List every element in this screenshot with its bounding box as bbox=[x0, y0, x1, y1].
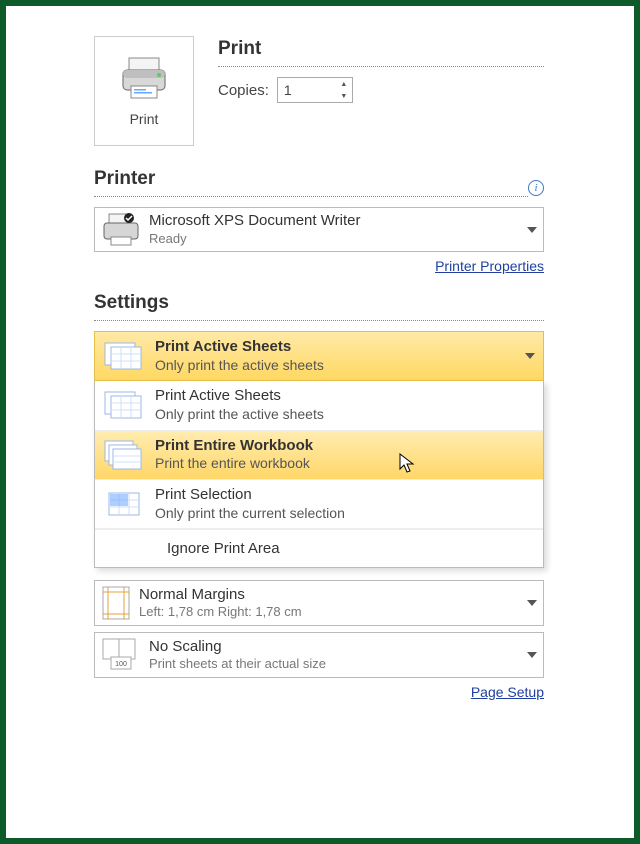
chevron-down-icon bbox=[527, 600, 537, 606]
copies-value: 1 bbox=[278, 82, 336, 98]
scaling-icon: 100 bbox=[101, 637, 141, 673]
margins-title: Normal Margins bbox=[139, 586, 519, 605]
option-print-entire-workbook[interactable]: Print Entire Workbook Print the entire w… bbox=[95, 431, 543, 480]
print-button-label: Print bbox=[130, 111, 159, 127]
settings-section: Settings Print Active Sheets Only print … bbox=[94, 292, 544, 700]
copies-row: Copies: 1 ▲ ▼ bbox=[218, 77, 544, 103]
chevron-down-icon bbox=[525, 353, 535, 359]
printer-status: Ready bbox=[149, 231, 519, 247]
printer-dropdown[interactable]: Microsoft XPS Document Writer Ready bbox=[94, 207, 544, 252]
selection-icon bbox=[103, 487, 145, 521]
sheets-icon bbox=[103, 339, 145, 373]
margins-desc: Left: 1,78 cm Right: 1,78 cm bbox=[139, 604, 519, 620]
option-desc: Only print the active sheets bbox=[155, 406, 535, 424]
option-desc: Print the entire workbook bbox=[155, 455, 535, 473]
printer-properties-link[interactable]: Printer Properties bbox=[94, 258, 544, 274]
margins-icon bbox=[101, 585, 131, 621]
option-print-selection[interactable]: Print Selection Only print the current s… bbox=[95, 480, 543, 529]
option-title: Print Entire Workbook bbox=[155, 437, 535, 456]
print-what-dropdown[interactable]: Print Active Sheets Only print the activ… bbox=[94, 331, 544, 381]
workbook-icon bbox=[103, 438, 145, 472]
print-what-selected-title: Print Active Sheets bbox=[155, 338, 515, 357]
svg-text:100: 100 bbox=[115, 661, 127, 668]
option-ignore-print-area[interactable]: Ignore Print Area bbox=[95, 529, 543, 567]
printer-icon bbox=[119, 56, 169, 105]
option-desc: Only print the current selection bbox=[155, 505, 535, 523]
printer-name: Microsoft XPS Document Writer bbox=[149, 212, 519, 231]
sheets-icon bbox=[103, 388, 145, 422]
print-backstage-panel: Print Print Copies: 1 ▲ ▼ Printer i bbox=[0, 0, 640, 844]
spinner-down-icon[interactable]: ▼ bbox=[336, 90, 352, 102]
copies-input[interactable]: 1 ▲ ▼ bbox=[277, 77, 353, 103]
copies-label: Copies: bbox=[218, 82, 269, 99]
print-title: Print bbox=[218, 38, 544, 67]
print-what-selected-desc: Only print the active sheets bbox=[155, 357, 515, 375]
scaling-desc: Print sheets at their actual size bbox=[149, 656, 519, 672]
settings-title: Settings bbox=[94, 292, 544, 321]
printer-device-icon bbox=[101, 213, 141, 247]
margins-dropdown[interactable]: Normal Margins Left: 1,78 cm Right: 1,78… bbox=[94, 580, 544, 626]
option-title: Print Active Sheets bbox=[155, 387, 535, 406]
option-print-active-sheets[interactable]: Print Active Sheets Only print the activ… bbox=[95, 381, 543, 430]
info-icon[interactable]: i bbox=[528, 180, 544, 196]
chevron-down-icon bbox=[527, 652, 537, 658]
printer-title: Printer bbox=[94, 168, 528, 197]
print-button[interactable]: Print bbox=[94, 36, 194, 146]
chevron-down-icon bbox=[527, 227, 537, 233]
printer-section: Printer i Microsoft XPS Document Writer … bbox=[94, 168, 544, 274]
scaling-title: No Scaling bbox=[149, 638, 519, 657]
top-row: Print Print Copies: 1 ▲ ▼ bbox=[94, 36, 544, 146]
scaling-dropdown[interactable]: 100 No Scaling Print sheets at their act… bbox=[94, 632, 544, 678]
page-setup-link[interactable]: Page Setup bbox=[94, 684, 544, 700]
print-what-options: Print Active Sheets Only print the activ… bbox=[94, 381, 544, 568]
copies-spinner[interactable]: ▲ ▼ bbox=[336, 78, 352, 102]
spinner-up-icon[interactable]: ▲ bbox=[336, 78, 352, 90]
option-title: Print Selection bbox=[155, 486, 535, 505]
print-config: Print Copies: 1 ▲ ▼ bbox=[218, 36, 544, 146]
